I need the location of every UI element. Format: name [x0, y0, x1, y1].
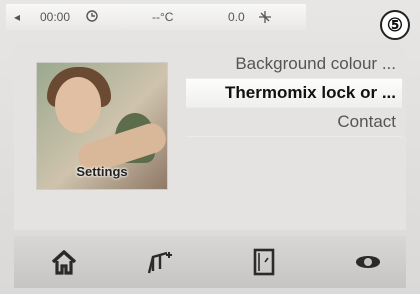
settings-panel: Settings Background colour ... Thermomix…: [14, 42, 406, 230]
scale-icon: [147, 251, 172, 274]
bottom-nav-bar: [14, 236, 406, 288]
turbo-icon: [356, 256, 380, 268]
menu-item-background-colour[interactable]: Background colour ...: [186, 50, 402, 79]
menu-item-contact[interactable]: Contact: [186, 108, 402, 137]
device-screen: ◂ 00:00 --°C 0.0 ⑤ Settings Background c…: [0, 0, 420, 294]
status-bar: ◂ 00:00 --°C 0.0: [6, 4, 306, 30]
home-icon: [51, 250, 77, 275]
settings-thumbnail[interactable]: Settings: [36, 62, 168, 190]
recipe-book-button[interactable]: [244, 246, 284, 278]
turbo-button[interactable]: [348, 246, 388, 278]
home-button[interactable]: [44, 246, 84, 278]
menu-item-thermomix-lock[interactable]: Thermomix lock or ...: [186, 79, 402, 108]
scale-button[interactable]: [140, 246, 180, 278]
temperature-readout[interactable]: --°C: [152, 10, 173, 24]
speed-icon: [258, 10, 272, 27]
back-arrow-icon[interactable]: ◂: [14, 10, 20, 24]
timer-readout[interactable]: 00:00: [40, 10, 70, 24]
thumbnail-label: Settings: [76, 164, 128, 179]
thumbnail-face: [55, 77, 101, 133]
recipe-book-icon: [253, 248, 275, 276]
settings-menu: Background colour ... Thermomix lock or …: [186, 50, 402, 137]
clock-icon: [86, 10, 98, 25]
weight-readout[interactable]: 0.0: [228, 10, 245, 24]
step-marker-badge: ⑤: [380, 10, 410, 40]
